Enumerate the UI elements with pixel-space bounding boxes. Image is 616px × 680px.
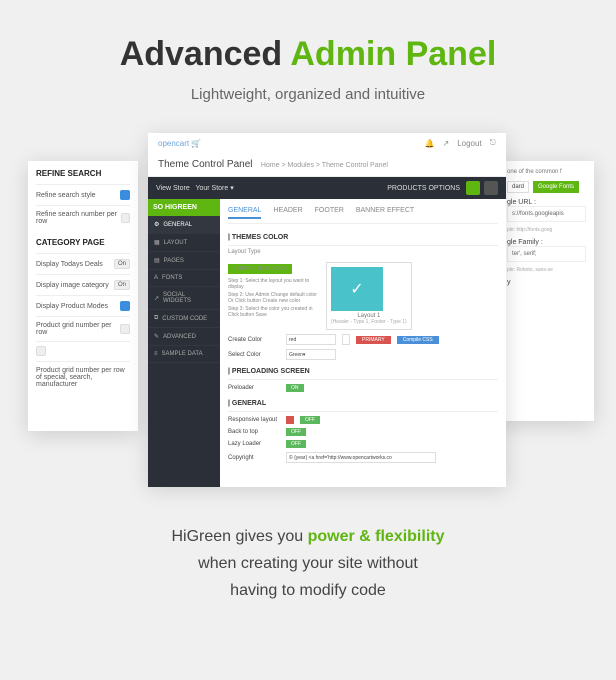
code-icon: ⧉ bbox=[154, 315, 158, 322]
card-fonts-settings: one of the common f dard Google Fonts gl… bbox=[499, 161, 594, 421]
toggle-responsive[interactable]: OFF bbox=[300, 416, 320, 424]
label-y: y bbox=[507, 279, 586, 286]
toggle[interactable]: On bbox=[114, 280, 130, 290]
layout-sub: (Header - Type 1, Footer - Type 1) bbox=[331, 319, 407, 325]
data-icon: ≡ bbox=[154, 351, 158, 357]
page-icon: ▤ bbox=[154, 257, 160, 264]
row-refine-number: Refine search number per row bbox=[36, 205, 130, 230]
card-theme-control: opencart 🛒 🔔 ↗ Logout ⎋ Theme Control Pa… bbox=[148, 133, 506, 485]
section-general: | GENERAL bbox=[228, 396, 498, 412]
layout-icon: ▦ bbox=[154, 239, 160, 246]
sidebar-item-custom[interactable]: ⧉CUSTOM CODE bbox=[148, 310, 220, 328]
cart-icon: 🛒 bbox=[191, 139, 201, 148]
logout-icon[interactable]: ⎋ bbox=[490, 138, 496, 148]
section-category-page: CATEGORY PAGE bbox=[36, 238, 130, 247]
row-select-color: Select Color Green ▾ bbox=[228, 349, 498, 360]
tab-banner[interactable]: BANNER EFFECT bbox=[356, 207, 414, 219]
footer-text: HiGreen gives you power & flexibility wh… bbox=[0, 523, 616, 605]
tab-footer[interactable]: FOOTER bbox=[315, 207, 344, 219]
color-swatch[interactable] bbox=[342, 334, 350, 345]
bell-icon[interactable]: 🔔 bbox=[425, 139, 435, 148]
row-preloader: PreloaderON bbox=[228, 384, 498, 392]
toggle-preloader[interactable]: ON bbox=[286, 384, 304, 392]
row-product-modes: Display Product Modes bbox=[36, 295, 130, 316]
number-input[interactable] bbox=[36, 346, 46, 356]
create-color-input[interactable]: red bbox=[286, 334, 336, 345]
row-grid-special: Product grid number per row of special, … bbox=[36, 361, 130, 393]
topbar: opencart 🛒 🔔 ↗ Logout ⎋ bbox=[148, 133, 506, 153]
create-color-button[interactable]: + CREATE NEW COLOR bbox=[228, 264, 292, 274]
cancel-button[interactable] bbox=[484, 181, 498, 195]
row-responsive: Responsive layoutOFF bbox=[228, 416, 498, 424]
step-1: Step 1: Select the layout you want to di… bbox=[228, 278, 318, 290]
checkbox-icon[interactable] bbox=[120, 301, 130, 311]
sidebar-item-general[interactable]: ⚙GENERAL bbox=[148, 216, 220, 234]
wrench-icon: ✎ bbox=[154, 333, 159, 340]
tab-header[interactable]: HEADER bbox=[273, 207, 302, 219]
layout-card[interactable]: Layout 1 (Header - Type 1, Footer - Type… bbox=[326, 262, 412, 330]
share-icon: ↗ bbox=[154, 295, 159, 302]
sidebar: SO HIGREEN ⚙GENERAL ▦LAYOUT ▤PAGES AFONT… bbox=[148, 199, 220, 487]
save-button[interactable] bbox=[466, 181, 480, 195]
compile-button[interactable]: Compile CSS bbox=[397, 336, 439, 344]
row-refine-style: Refine search style bbox=[36, 184, 130, 205]
number-input[interactable] bbox=[121, 213, 130, 223]
breadcrumb: Home > Modules > Theme Control Panel bbox=[261, 162, 388, 169]
row-backtotop: Back to topOFF bbox=[228, 428, 498, 436]
tab-google-fonts[interactable]: Google Fonts bbox=[533, 181, 579, 193]
checkbox-icon[interactable] bbox=[120, 190, 130, 200]
sidebar-item-sample[interactable]: ≡SAMPLE DATA bbox=[148, 346, 220, 363]
sidebar-item-layout[interactable]: ▦LAYOUT bbox=[148, 234, 220, 252]
primary-badge[interactable]: PRIMARY bbox=[356, 336, 391, 344]
toggle-backtotop[interactable]: OFF bbox=[286, 428, 306, 436]
font-icon: A bbox=[154, 275, 158, 281]
store-select[interactable]: Your Store ▾ bbox=[195, 185, 233, 192]
toggle-lazy[interactable]: OFF bbox=[286, 440, 306, 448]
tab-standard[interactable]: dard bbox=[507, 181, 529, 193]
intro-text: one of the common f bbox=[507, 169, 586, 175]
section-refine-search: REFINE SEARCH bbox=[36, 169, 130, 178]
input-google-url[interactable]: s://fonts.googleapis bbox=[507, 206, 586, 222]
page-title: Theme Control Panel Home > Modules > The… bbox=[148, 153, 506, 177]
tab-general[interactable]: GENERAL bbox=[228, 207, 261, 219]
select-color-dropdown[interactable]: Green ▾ bbox=[286, 349, 336, 360]
label-google-family: gle Family : bbox=[507, 239, 586, 246]
gear-icon: ⚙ bbox=[154, 221, 159, 228]
toggle[interactable]: On bbox=[114, 259, 130, 269]
step-3: Step 3: Select the color you created in … bbox=[228, 306, 318, 318]
logo-opencart: opencart 🛒 bbox=[158, 139, 201, 148]
row-image-category: Display image categoryOn bbox=[36, 274, 130, 295]
hint-url: ple: http://fonts.goog bbox=[507, 227, 586, 233]
sidebar-item-social[interactable]: ↗SOCIAL WIDGETS bbox=[148, 287, 220, 310]
card-search-settings: REFINE SEARCH Refine search style Refine… bbox=[28, 161, 138, 431]
content-panel: GENERAL HEADER FOOTER BANNER EFFECT | TH… bbox=[220, 199, 506, 487]
step-2: Step 2: Use Admin Change default color O… bbox=[228, 292, 318, 304]
sidebar-item-advanced[interactable]: ✎ADVANCED bbox=[148, 328, 220, 346]
row-copyright: Copyright© {year} <a href='http://www.op… bbox=[228, 452, 498, 463]
copyright-input[interactable]: © {year} <a href='http://www.opencartwor… bbox=[286, 452, 436, 463]
row-todays-deals: Display Todays DealsOn bbox=[36, 253, 130, 274]
row-lazy: Lazy LoaderOFF bbox=[228, 440, 498, 448]
store-bar: View Store Your Store ▾ PRODUCTS OPTIONS bbox=[148, 177, 506, 199]
sidebar-item-fonts[interactable]: AFONTS bbox=[148, 270, 220, 287]
layout-preview bbox=[331, 267, 383, 311]
section-themes-color: | THEMES COLOR bbox=[228, 230, 498, 246]
screenshots-cluster: REFINE SEARCH Refine search style Refine… bbox=[0, 133, 616, 493]
row-grid-number: Product grid number per row bbox=[36, 316, 130, 341]
sidebar-item-pages[interactable]: ▤PAGES bbox=[148, 252, 220, 270]
label-google-url: gle URL : bbox=[507, 199, 586, 206]
hint-family: ple: Roboto, sans-se bbox=[507, 267, 586, 273]
row-create-color: Create Color red PRIMARY Compile CSS bbox=[228, 334, 498, 345]
logout-link[interactable]: Logout bbox=[457, 139, 481, 148]
share-icon[interactable]: ↗ bbox=[443, 139, 450, 148]
hero-subtitle: Lightweight, organized and intuitive bbox=[0, 86, 616, 103]
label-layout-type: Layout Type bbox=[228, 246, 498, 258]
sidebar-brand: SO HIGREEN bbox=[148, 199, 220, 216]
number-input[interactable] bbox=[120, 324, 130, 334]
input-google-family[interactable]: ter', serif; bbox=[507, 246, 586, 262]
section-preloading: | PRELOADING SCREEN bbox=[228, 364, 498, 380]
hero-title: Advanced Admin Panel bbox=[0, 0, 616, 74]
